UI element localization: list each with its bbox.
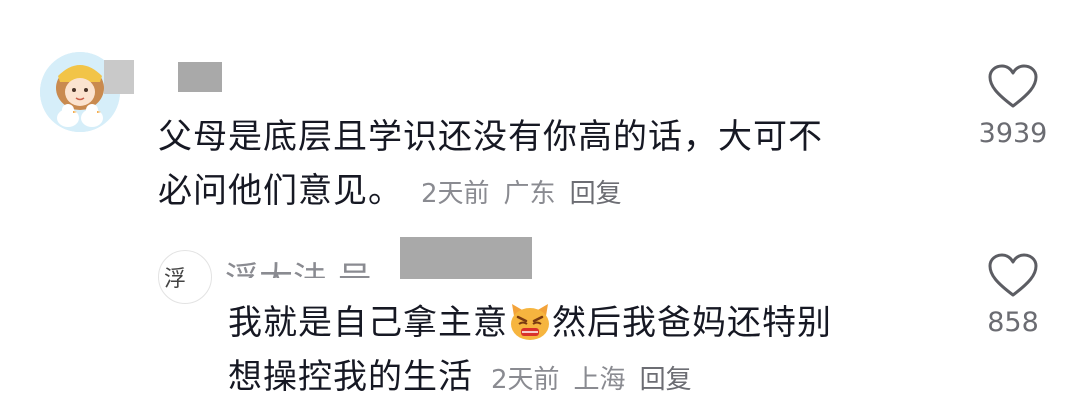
comment-time: 2天前 — [421, 179, 490, 209]
comment-text-line: 父母是底层且学识还没有你高的话，大可不 — [158, 117, 823, 157]
like-button[interactable]: 858 — [968, 253, 1058, 338]
username-redaction — [400, 237, 532, 279]
reply-text-start: 我就是自己拿主意 — [228, 303, 508, 343]
reply-location: 上海 — [573, 365, 626, 395]
angry-cat-emoji — [511, 304, 549, 340]
username-redaction — [178, 62, 222, 92]
reply-text: 我就是自己拿主意 然后我爸妈还特别 想操控我的生活 2天前 上海 回复 — [228, 296, 928, 407]
like-count: 3939 — [978, 118, 1048, 149]
like-count: 858 — [987, 307, 1039, 338]
reply-button[interactable]: 回复 — [640, 365, 692, 395]
reply-text-line: 我就是自己拿主意 然后我爸妈还特别 — [228, 296, 928, 350]
reply-username[interactable]: 浮大法 号 — [225, 238, 425, 278]
avatar-glyph: 浮 — [164, 267, 187, 292]
comment-text: 父母是底层且学识还没有你高的话，大可不 必问他们意见。 2天前 广东 回复 — [158, 110, 938, 221]
heart-outline-icon — [988, 64, 1038, 108]
reply-text-mid: 然后我爸妈还特别 — [552, 303, 832, 343]
username-redaction — [104, 60, 134, 94]
reply-username-text: 浮大法 号 — [225, 252, 372, 278]
reply-text-line: 想操控我的生活 2天前 上海 回复 — [228, 350, 928, 407]
comment-location: 广东 — [503, 179, 556, 209]
comment-text-line: 必问他们意见。 2天前 广东 回复 — [158, 164, 938, 221]
reply-time: 2天前 — [491, 365, 560, 395]
heart-outline-icon — [988, 253, 1038, 297]
reply-text-end: 想操控我的生活 — [228, 357, 473, 397]
avatar[interactable]: 浮 — [158, 250, 212, 304]
comment-text-end: 必问他们意见。 — [158, 171, 403, 211]
like-button[interactable]: 3939 — [968, 64, 1058, 149]
reply-button[interactable]: 回复 — [570, 179, 622, 209]
